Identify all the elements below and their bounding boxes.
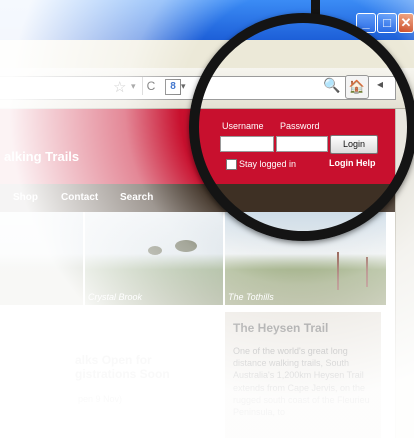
username-label: Username: [222, 121, 264, 131]
maximize-button[interactable]: □: [377, 13, 397, 33]
scrollbar[interactable]: [395, 109, 414, 438]
site-title[interactable]: alking Trails: [4, 149, 79, 164]
tree-shape: [175, 240, 197, 252]
login-button[interactable]: Login: [330, 135, 378, 154]
site-header: alking Trails Username Password Login St…: [0, 109, 414, 184]
photo-strip: Crystal Brook The Tothills: [0, 212, 414, 305]
password-label: Password: [280, 121, 320, 131]
site-nav: Shop Contact Search: [0, 184, 414, 212]
tree-shape: [148, 246, 162, 255]
chevron-down-icon[interactable]: ▾: [181, 81, 186, 92]
google-icon[interactable]: 8: [165, 79, 181, 95]
news-meta: pen 9 Nov): [78, 394, 123, 404]
search-icon[interactable]: 🔍: [323, 77, 340, 94]
photo-landscape: [0, 212, 83, 305]
login-help-link[interactable]: Login Help: [329, 158, 376, 168]
stay-logged-in-checkbox[interactable]: [226, 159, 237, 170]
reload-icon[interactable]: C: [142, 77, 159, 95]
username-input[interactable]: [220, 136, 274, 152]
password-input[interactable]: [276, 136, 328, 152]
web-page: alking Trails Username Password Login St…: [0, 109, 414, 438]
nav-item-contact[interactable]: Contact: [61, 192, 98, 203]
heysen-trail-box: The Heysen Trail One of the world's grea…: [225, 312, 381, 438]
minimize-button[interactable]: _: [356, 13, 376, 33]
home-icon[interactable]: 🏠: [345, 75, 369, 99]
menu-bar: [0, 40, 414, 68]
stay-logged-in-label: Stay logged in: [239, 159, 297, 169]
photo-crystal-brook: Crystal Brook: [85, 212, 223, 305]
fence-post: [337, 252, 339, 290]
photo-caption: Crystal Brook: [88, 292, 143, 302]
sidebar-title: The Heysen Trail: [233, 321, 329, 335]
toolbar-extra-icon[interactable]: ◂: [377, 77, 383, 91]
close-button[interactable]: ✕: [398, 13, 414, 33]
star-icon[interactable]: ☆: [113, 78, 126, 96]
photo-the-tothills: The Tothills: [225, 212, 386, 305]
magnifier-handle: [311, 0, 320, 15]
news-headline[interactable]: alks Open for gistrations Soon: [75, 353, 170, 381]
nav-item-search[interactable]: Search: [120, 192, 153, 203]
window-titlebar: _ □ ✕: [0, 0, 414, 40]
sidebar-text: One of the world's great long distance w…: [233, 346, 370, 418]
nav-item-shop[interactable]: Shop: [13, 192, 38, 203]
fence-post: [366, 257, 368, 287]
photo-caption: The Tothills: [228, 292, 274, 302]
chevron-down-icon[interactable]: ▾: [131, 81, 136, 92]
